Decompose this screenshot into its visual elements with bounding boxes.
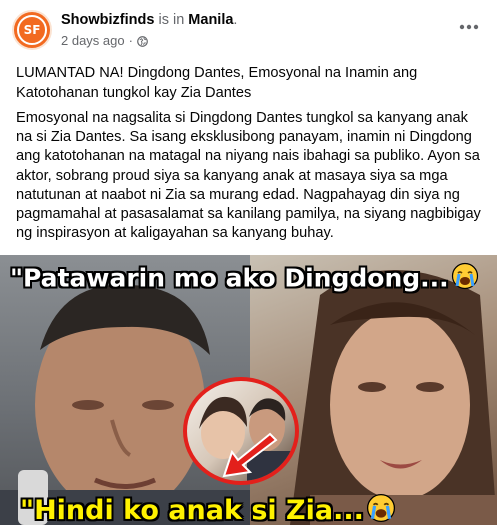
checkin-text: is in [158, 12, 185, 28]
avatar-logo: SF [17, 15, 47, 45]
header-line: Showbizfinds is in Manila. [61, 11, 237, 29]
post-timestamp[interactable]: 2 days ago [61, 33, 125, 48]
avatar-text: SF [23, 23, 41, 37]
more-options-button[interactable] [453, 12, 485, 40]
post-body: Emosyonal na nagsalita si Dingdong Dante… [16, 110, 481, 242]
meta-separator: · [128, 33, 133, 48]
post-meta: 2 days ago · [61, 33, 148, 48]
crying-face-icon [366, 493, 396, 525]
red-arrow-icon [220, 430, 282, 485]
page-avatar[interactable]: SF [12, 10, 52, 50]
caption-top-text: "Patawarin mo ako Dingdong... [10, 263, 449, 293]
crying-face-icon [451, 262, 479, 297]
place-suffix: . [233, 12, 238, 28]
place-link[interactable]: Manila [188, 12, 233, 28]
caption-top: "Patawarin mo ako Dingdong... [10, 262, 490, 297]
globe-icon [137, 35, 148, 47]
more-options-icon [459, 17, 479, 35]
caption-bottom-text: "Hindi ko anak si Zia... [20, 495, 364, 525]
page-name-link[interactable]: Showbizfinds [61, 12, 154, 28]
post-image[interactable]: "Patawarin mo ako Dingdong... "Hindi ko … [0, 255, 497, 525]
post-title: LUMANTAD NA! Dingdong Dantes, Emosyonal … [16, 65, 418, 101]
post-header: SF Showbizfinds is in Manila. 2 days ago… [0, 0, 497, 58]
caption-bottom: "Hindi ko anak si Zia... [20, 493, 490, 525]
